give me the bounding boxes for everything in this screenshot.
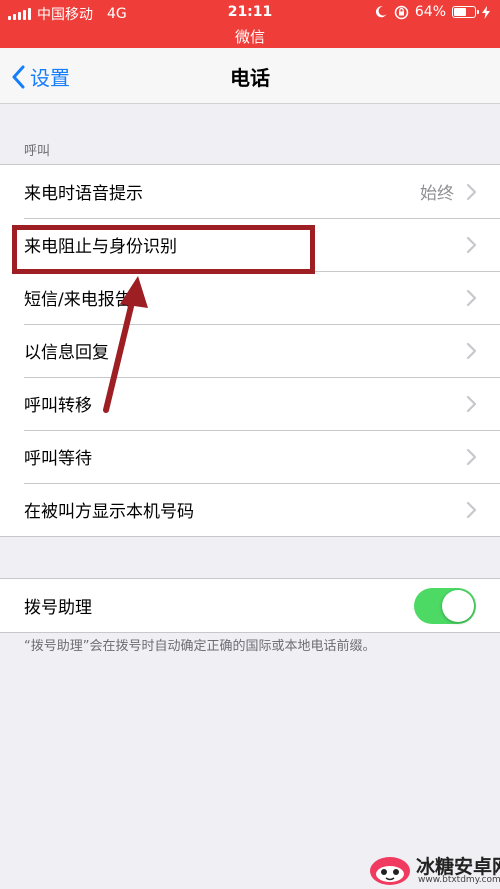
annotation-arrow (103, 276, 148, 413)
watermark: 冰糖安卓网 www.btxtdmy.com (362, 852, 500, 889)
watermark-url: www.btxtdmy.com (418, 875, 500, 885)
watermark-logo-icon (370, 857, 410, 885)
